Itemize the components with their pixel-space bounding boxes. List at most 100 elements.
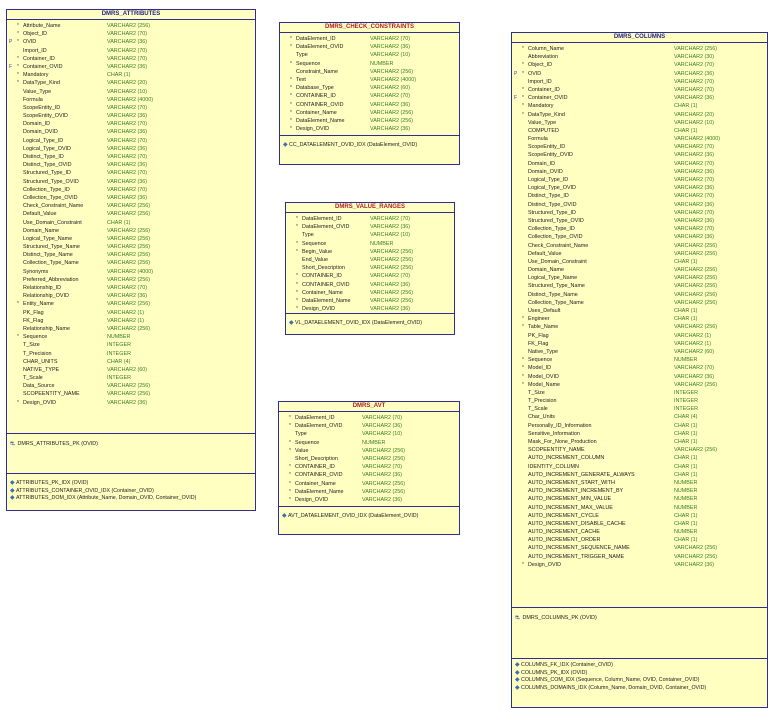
- column-name: DataElement_Name: [295, 488, 344, 495]
- column-type: VARCHAR2 (36): [674, 152, 715, 159]
- table-title: DMRS_AVT: [279, 402, 459, 412]
- column-name: Engineer: [528, 316, 550, 323]
- column-row: * Sequence NUMBER: [279, 439, 459, 447]
- pk-section: ⛐ DMRS_COLUMNS_PK (OVID): [512, 607, 767, 622]
- column-type: VARCHAR2 (36): [674, 234, 715, 241]
- column-row: * Entity_Name VARCHAR2 (256): [7, 300, 255, 308]
- column-row: * DataElement_Name VARCHAR2 (256): [280, 117, 459, 125]
- column-type: VARCHAR2 (256): [370, 289, 414, 296]
- column-name: AUTO_INCREMENT_GENERATE_ALWAYS: [528, 471, 635, 478]
- column-row: AUTO_INCREMENT_START_WITH NUMBER: [512, 479, 767, 487]
- column-type: VARCHAR2 (256): [107, 383, 151, 390]
- column-type: CHAR (1): [674, 471, 698, 478]
- column-row: Short_Description VARCHAR2 (256): [279, 455, 459, 463]
- column-row: T_Precision INTEGER: [7, 350, 255, 358]
- column-row: AUTO_INCREMENT_CACHE NUMBER: [512, 528, 767, 536]
- column-type: VARCHAR2 (256): [674, 275, 718, 282]
- column-row: * Sequence NUMBER: [512, 356, 767, 364]
- column-name: Container_Name: [296, 109, 337, 116]
- column-type: VARCHAR2 (70): [107, 121, 148, 128]
- index-name: ATTRIBUTES_PK_IDX (OVID): [16, 480, 89, 486]
- column-name: Collection_Type_Name: [23, 260, 79, 267]
- index-entry: ◆CC_DATAELEMENT_OVID_IDX (DataElement_OV…: [280, 142, 459, 150]
- column-row: Data_Source VARCHAR2 (256): [7, 382, 255, 390]
- table-dmrs-value-ranges[interactable]: DMRS_VALUE_RANGES * DataElement_ID VARCHAR…: [285, 202, 455, 335]
- column-name: Entity_Name: [23, 301, 54, 308]
- column-type: VARCHAR2 (10): [674, 119, 715, 126]
- column-name: Domain_ID: [528, 160, 555, 167]
- column-row: Distinct_Type_OVID VARCHAR2 (36): [512, 201, 767, 209]
- column-type: VARCHAR2 (60): [107, 366, 148, 373]
- table-dmrs-avt[interactable]: DMRS_AVT * DataElement_ID VARCHAR2 (70) * Da…: [278, 401, 460, 535]
- column-row: Domain_OVID VARCHAR2 (36): [512, 168, 767, 176]
- column-list: * DataElement_ID VARCHAR2 (70) * DataElement…: [280, 33, 459, 133]
- index-name: COLUMNS_COM_IDX (Sequence, Column_Name, …: [521, 677, 700, 683]
- column-type: VARCHAR2 (70): [107, 285, 148, 291]
- column-row: * Design_OVID VARCHAR2 (36): [279, 496, 459, 504]
- column-name: Abbreviation: [528, 54, 558, 61]
- index-name: ATTRIBUTES_DOM_IDX (Attribute_Name, Doma…: [16, 495, 197, 501]
- column-type: NUMBER: [362, 439, 386, 446]
- column-row: Collection_Type_OVID VARCHAR2 (36): [7, 194, 255, 202]
- column-type: VARCHAR2 (256): [107, 235, 151, 242]
- column-row: IDENTITY_COLUMN CHAR (1): [512, 463, 767, 471]
- column-name: Object_ID: [528, 62, 552, 69]
- column-type: CHAR (1): [674, 512, 698, 519]
- column-row: * DataElement_ID VARCHAR2 (70): [280, 35, 459, 43]
- column-name: ScopeEntity_OVID: [23, 113, 68, 120]
- column-row: AUTO_INCREMENT_SEQUENCE_NAME VARCHAR2 (25…: [512, 544, 767, 552]
- column-row: CHAR_UNITS CHAR (4): [7, 358, 255, 366]
- column-name: AUTO_INCREMENT_ORDER: [528, 537, 601, 544]
- column-name: Sequence: [296, 60, 321, 67]
- column-row: * Design_OVID VARCHAR2 (36): [7, 399, 255, 407]
- column-row: * Object_ID VARCHAR2 (70): [512, 61, 767, 69]
- column-type: NUMBER: [674, 479, 698, 486]
- column-type: VARCHAR2 (70): [107, 31, 148, 38]
- column-type: VARCHAR2 (36): [107, 145, 148, 152]
- column-name: Native_Type: [528, 348, 558, 355]
- column-row: F * Container_OVID VARCHAR2 (36): [7, 63, 255, 71]
- column-name: Default_Value: [23, 211, 57, 218]
- column-name: Formula: [528, 136, 548, 143]
- column-row: AUTO_INCREMENT_DISABLE_CACHE CHAR (1): [512, 520, 767, 528]
- column-row: * Engineer CHAR (1): [512, 315, 767, 323]
- column-row: Distinct_Type_ID VARCHAR2 (70): [512, 192, 767, 200]
- column-row: SCOPEENTITY_NAME VARCHAR2 (256): [512, 446, 767, 454]
- column-name: Structured_Type_ID: [23, 170, 71, 177]
- table-dmrs-check-constraints[interactable]: DMRS_CHECK_CONSTRAINTS * DataElement_ID VA…: [279, 22, 460, 165]
- column-type: VARCHAR2 (10): [370, 232, 411, 239]
- column-type: VARCHAR2 (256): [674, 250, 718, 257]
- column-type: VARCHAR2 (256): [107, 227, 151, 234]
- column-row: Default_Value VARCHAR2 (256): [7, 210, 255, 218]
- column-row: Preferred_Abbreviation VARCHAR2 (256): [7, 276, 255, 284]
- column-row: Domain_ID VARCHAR2 (70): [7, 120, 255, 128]
- column-name: AUTO_INCREMENT_SEQUENCE_NAME: [528, 545, 630, 552]
- column-row: Distinct_Type_Name VARCHAR2 (256): [7, 251, 255, 259]
- column-row: Structured_Type_OVID VARCHAR2 (36): [7, 178, 255, 186]
- column-name: DataElement_OVID: [296, 44, 344, 51]
- column-row: Domain_Name VARCHAR2 (256): [512, 266, 767, 274]
- index-name: CC_DATAELEMENT_OVID_IDX (DataElement_OVI…: [289, 142, 418, 148]
- table-dmrs-attributes[interactable]: DMRS_ATTRIBUTES * Attribute_Name VARCHAR2 …: [6, 9, 256, 511]
- column-type: VARCHAR2 (36): [107, 63, 148, 70]
- column-name: CHAR_UNITS: [23, 358, 58, 365]
- index-name: COLUMNS_FK_IDX (Container_OVID): [521, 662, 613, 668]
- column-type: VARCHAR2 (20): [107, 80, 148, 87]
- column-row: Sensitive_Information CHAR (1): [512, 430, 767, 438]
- column-row: Structured_Type_Name VARCHAR2 (256): [7, 243, 255, 251]
- column-row: * DataElement_OVID VARCHAR2 (36): [279, 422, 459, 430]
- primary-key-constraint: DMRS_ATTRIBUTES_PK (OVID): [17, 441, 98, 447]
- column-row: * DataElement_ID VARCHAR2 (70): [286, 215, 454, 223]
- column-name: Table_Name: [528, 324, 559, 331]
- column-type: VARCHAR2 (256): [107, 325, 151, 332]
- column-row: T_Size INTEGER: [512, 389, 767, 397]
- index-section: ◆AVT_DATAELEMENT_OVID_IDX (DataElement_O…: [279, 506, 459, 521]
- table-title: DMRS_CHECK_CONSTRAINTS: [280, 23, 459, 33]
- column-name: Distinct_Type_Name: [23, 252, 73, 259]
- column-row: * Container_Name VARCHAR2 (256): [286, 289, 454, 297]
- column-name: DataType_Kind: [528, 111, 565, 118]
- column-type: VARCHAR2 (36): [107, 399, 148, 406]
- column-type: CHAR (1): [674, 430, 698, 437]
- column-name: Domain_Name: [23, 227, 59, 234]
- table-dmrs-columns[interactable]: DMRS_COLUMNS * Column_Name VARCHAR2 (256) A…: [511, 32, 768, 708]
